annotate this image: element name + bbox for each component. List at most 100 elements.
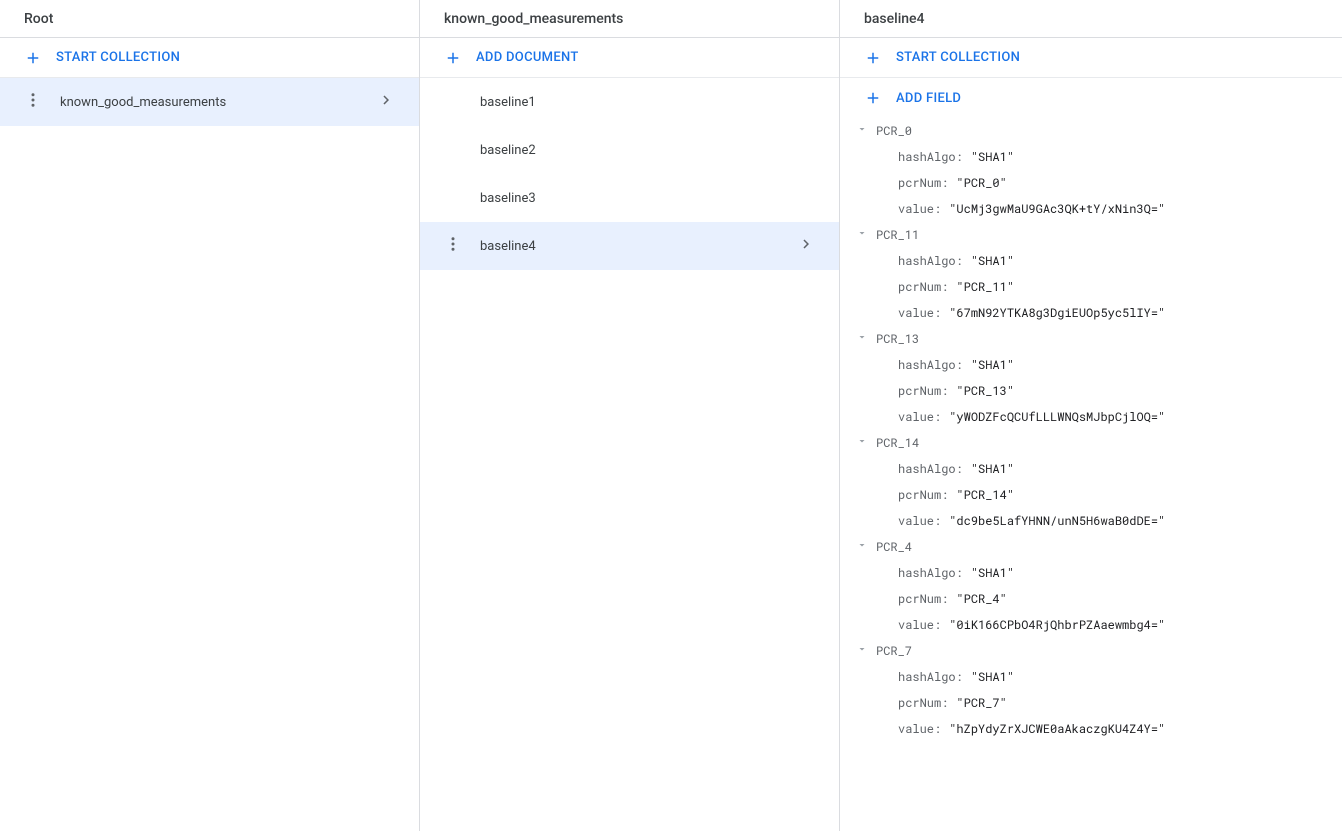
expand-icon	[856, 331, 876, 347]
expand-icon	[856, 539, 876, 555]
collection-header: known_good_measurements	[420, 0, 839, 38]
field-row[interactable]: hashAlgo:"SHA1"	[840, 560, 1342, 586]
add-document-label: ADD DOCUMENT	[476, 50, 579, 65]
field-row[interactable]: hashAlgo:"SHA1"	[840, 248, 1342, 274]
start-collection-button[interactable]: START COLLECTION	[0, 38, 419, 78]
document-panel: baseline4 START COLLECTION ADD FIELD PCR…	[840, 0, 1342, 831]
field-group-header[interactable]: PCR_11	[840, 222, 1342, 248]
chevron-right-icon	[797, 235, 815, 257]
field-row[interactable]: hashAlgo:"SHA1"	[840, 352, 1342, 378]
document-list-item[interactable]: baseline2	[420, 126, 839, 174]
document-fields: PCR_0hashAlgo:"SHA1"pcrNum:"PCR_0"value:…	[840, 118, 1342, 831]
field-group-header[interactable]: PCR_13	[840, 326, 1342, 352]
field-key: value	[898, 409, 934, 425]
field-value: "0iK166CPbO4RjQhbrPZAaewmbg4="	[949, 617, 1165, 633]
expand-icon	[856, 435, 876, 451]
field-row[interactable]: pcrNum:"PCR_7"	[840, 690, 1342, 716]
field-row[interactable]: pcrNum:"PCR_4"	[840, 586, 1342, 612]
field-group-name: PCR_11	[876, 227, 919, 243]
field-key: hashAlgo	[898, 149, 956, 165]
field-value: "PCR_14"	[956, 487, 1014, 503]
field-key: pcrNum	[898, 279, 941, 295]
more-icon[interactable]	[24, 91, 42, 113]
plus-icon	[864, 89, 882, 107]
field-value: "SHA1"	[971, 461, 1014, 477]
collection-items: baseline1 baseline2 baseline3 baseline4	[420, 78, 839, 270]
field-group-header[interactable]: PCR_7	[840, 638, 1342, 664]
list-item-label: known_good_measurements	[60, 95, 377, 110]
add-field-button[interactable]: ADD FIELD	[840, 78, 1342, 118]
field-value: "SHA1"	[971, 565, 1014, 581]
field-key: pcrNum	[898, 383, 941, 399]
plus-icon	[24, 49, 42, 67]
expand-icon	[856, 227, 876, 243]
field-group-name: PCR_13	[876, 331, 919, 347]
document-list-item[interactable]: baseline1	[420, 78, 839, 126]
field-row[interactable]: value:"0iK166CPbO4RjQhbrPZAaewmbg4="	[840, 612, 1342, 638]
root-header: Root	[0, 0, 419, 38]
field-key: hashAlgo	[898, 565, 956, 581]
more-icon[interactable]	[444, 235, 462, 257]
doc-start-collection-button[interactable]: START COLLECTION	[840, 38, 1342, 78]
field-row[interactable]: value:"dc9be5LafYHNN/unN5H6waB0dDE="	[840, 508, 1342, 534]
field-key: pcrNum	[898, 175, 941, 191]
add-field-label: ADD FIELD	[896, 91, 961, 106]
doc-start-collection-label: START COLLECTION	[896, 50, 1020, 65]
root-panel: Root START COLLECTION known_good_measure…	[0, 0, 420, 831]
field-row[interactable]: value:"hZpYdyZrXJCWE0aAkaczgKU4Z4Y="	[840, 716, 1342, 742]
plus-icon	[864, 49, 882, 67]
field-row[interactable]: pcrNum:"PCR_14"	[840, 482, 1342, 508]
field-group-name: PCR_0	[876, 123, 912, 139]
field-key: pcrNum	[898, 591, 941, 607]
field-key: value	[898, 721, 934, 737]
field-row[interactable]: hashAlgo:"SHA1"	[840, 456, 1342, 482]
field-row[interactable]: pcrNum:"PCR_11"	[840, 274, 1342, 300]
field-value: "PCR_11"	[956, 279, 1014, 295]
field-group-header[interactable]: PCR_14	[840, 430, 1342, 456]
field-key: hashAlgo	[898, 357, 956, 373]
root-items: known_good_measurements	[0, 78, 419, 126]
collection-list-item[interactable]: known_good_measurements	[0, 78, 419, 126]
field-group-name: PCR_7	[876, 643, 912, 659]
field-row[interactable]: hashAlgo:"SHA1"	[840, 664, 1342, 690]
field-row[interactable]: pcrNum:"PCR_13"	[840, 378, 1342, 404]
field-key: pcrNum	[898, 487, 941, 503]
expand-icon	[856, 643, 876, 659]
field-group-name: PCR_4	[876, 539, 912, 555]
field-value: "SHA1"	[971, 149, 1014, 165]
list-item-label: baseline1	[444, 95, 815, 110]
field-key: hashAlgo	[898, 461, 956, 477]
field-key: value	[898, 513, 934, 529]
add-document-button[interactable]: ADD DOCUMENT	[420, 38, 839, 78]
plus-icon	[444, 49, 462, 67]
field-value: "dc9be5LafYHNN/unN5H6waB0dDE="	[949, 513, 1165, 529]
field-group-header[interactable]: PCR_0	[840, 118, 1342, 144]
field-row[interactable]: value:"67mN92YTKA8g3DgiEUOp5yc5lIY="	[840, 300, 1342, 326]
expand-icon	[856, 123, 876, 139]
field-group-header[interactable]: PCR_4	[840, 534, 1342, 560]
chevron-right-icon	[377, 91, 395, 113]
field-value: "PCR_4"	[956, 591, 1006, 607]
field-value: "SHA1"	[971, 253, 1014, 269]
field-row[interactable]: hashAlgo:"SHA1"	[840, 144, 1342, 170]
document-list-item[interactable]: baseline3	[420, 174, 839, 222]
field-key: pcrNum	[898, 695, 941, 711]
field-value: "SHA1"	[971, 669, 1014, 685]
field-value: "67mN92YTKA8g3DgiEUOp5yc5lIY="	[949, 305, 1165, 321]
document-header: baseline4	[840, 0, 1342, 38]
field-row[interactable]: pcrNum:"PCR_0"	[840, 170, 1342, 196]
field-value: "SHA1"	[971, 357, 1014, 373]
field-key: value	[898, 617, 934, 633]
list-item-label: baseline3	[444, 191, 815, 206]
field-row[interactable]: value:"yWODZFcQCUfLLLWNQsMJbpCjlOQ="	[840, 404, 1342, 430]
field-row[interactable]: value:"UcMj3gwMaU9GAc3QK+tY/xNin3Q="	[840, 196, 1342, 222]
field-value: "PCR_13"	[956, 383, 1014, 399]
field-value: "PCR_7"	[956, 695, 1006, 711]
document-list-item[interactable]: baseline4	[420, 222, 839, 270]
field-value: "hZpYdyZrXJCWE0aAkaczgKU4Z4Y="	[949, 721, 1165, 737]
field-key: hashAlgo	[898, 253, 956, 269]
field-value: "UcMj3gwMaU9GAc3QK+tY/xNin3Q="	[949, 201, 1165, 217]
field-key: value	[898, 305, 934, 321]
list-item-label: baseline2	[444, 143, 815, 158]
field-key: hashAlgo	[898, 669, 956, 685]
